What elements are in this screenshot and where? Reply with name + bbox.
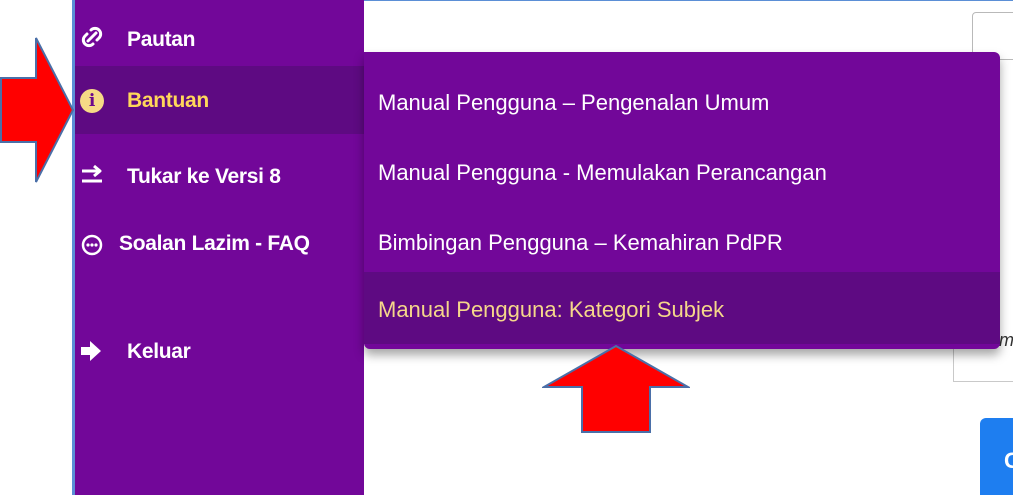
sidebar-item-pautan[interactable]: Pautan (75, 18, 364, 58)
sidebar: Pautan i Bantuan Tukar ke Versi 8 Soalan (75, 0, 364, 495)
submenu-item-highlighted[interactable]: Manual Pengguna: Kategori Subjek (364, 272, 1000, 344)
primary-button-label: C (1004, 448, 1013, 473)
partial-text: m (999, 330, 1013, 350)
submenu-item[interactable]: Manual Pengguna – Pengenalan Umum (364, 68, 1000, 136)
submenu-item-label: Manual Pengguna: Kategori Subjek (378, 297, 725, 322)
bantuan-submenu: Manual Pengguna – Pengenalan Umum Manual… (364, 52, 1000, 349)
switch-arrows-icon (79, 162, 105, 188)
submenu-item-label: Manual Pengguna - Memulakan Perancangan (378, 160, 827, 185)
sidebar-item-keluar[interactable]: Keluar (75, 330, 364, 372)
sidebar-item-label: Soalan Lazim - FAQ (119, 232, 310, 255)
submenu-item-label: Manual Pengguna – Pengenalan Umum (378, 90, 770, 115)
logout-icon (79, 338, 105, 364)
submenu-item[interactable]: Manual Pengguna - Memulakan Perancangan (364, 138, 1000, 206)
sidebar-item-faq[interactable]: Soalan Lazim - FAQ (75, 220, 364, 298)
sidebar-item-label: Keluar (127, 340, 191, 363)
link-icon (79, 24, 105, 50)
submenu-item[interactable]: Bimbingan Pengguna – Kemahiran PdPR (364, 208, 1000, 276)
sidebar-item-label: Bantuan (127, 89, 209, 112)
annotation-arrow-up (542, 344, 690, 433)
annotation-arrow-right (0, 37, 75, 183)
info-icon: i (79, 88, 105, 114)
primary-button[interactable]: C (980, 418, 1013, 495)
submenu-item-label: Bimbingan Pengguna – Kemahiran PdPR (378, 230, 783, 255)
sidebar-item-tukar-versi[interactable]: Tukar ke Versi 8 (75, 152, 364, 200)
sidebar-item-bantuan[interactable]: i Bantuan (75, 66, 364, 134)
sidebar-item-label: Tukar ke Versi 8 (127, 165, 281, 188)
sidebar-item-label: Pautan (127, 28, 196, 51)
faq-icon (79, 232, 105, 258)
